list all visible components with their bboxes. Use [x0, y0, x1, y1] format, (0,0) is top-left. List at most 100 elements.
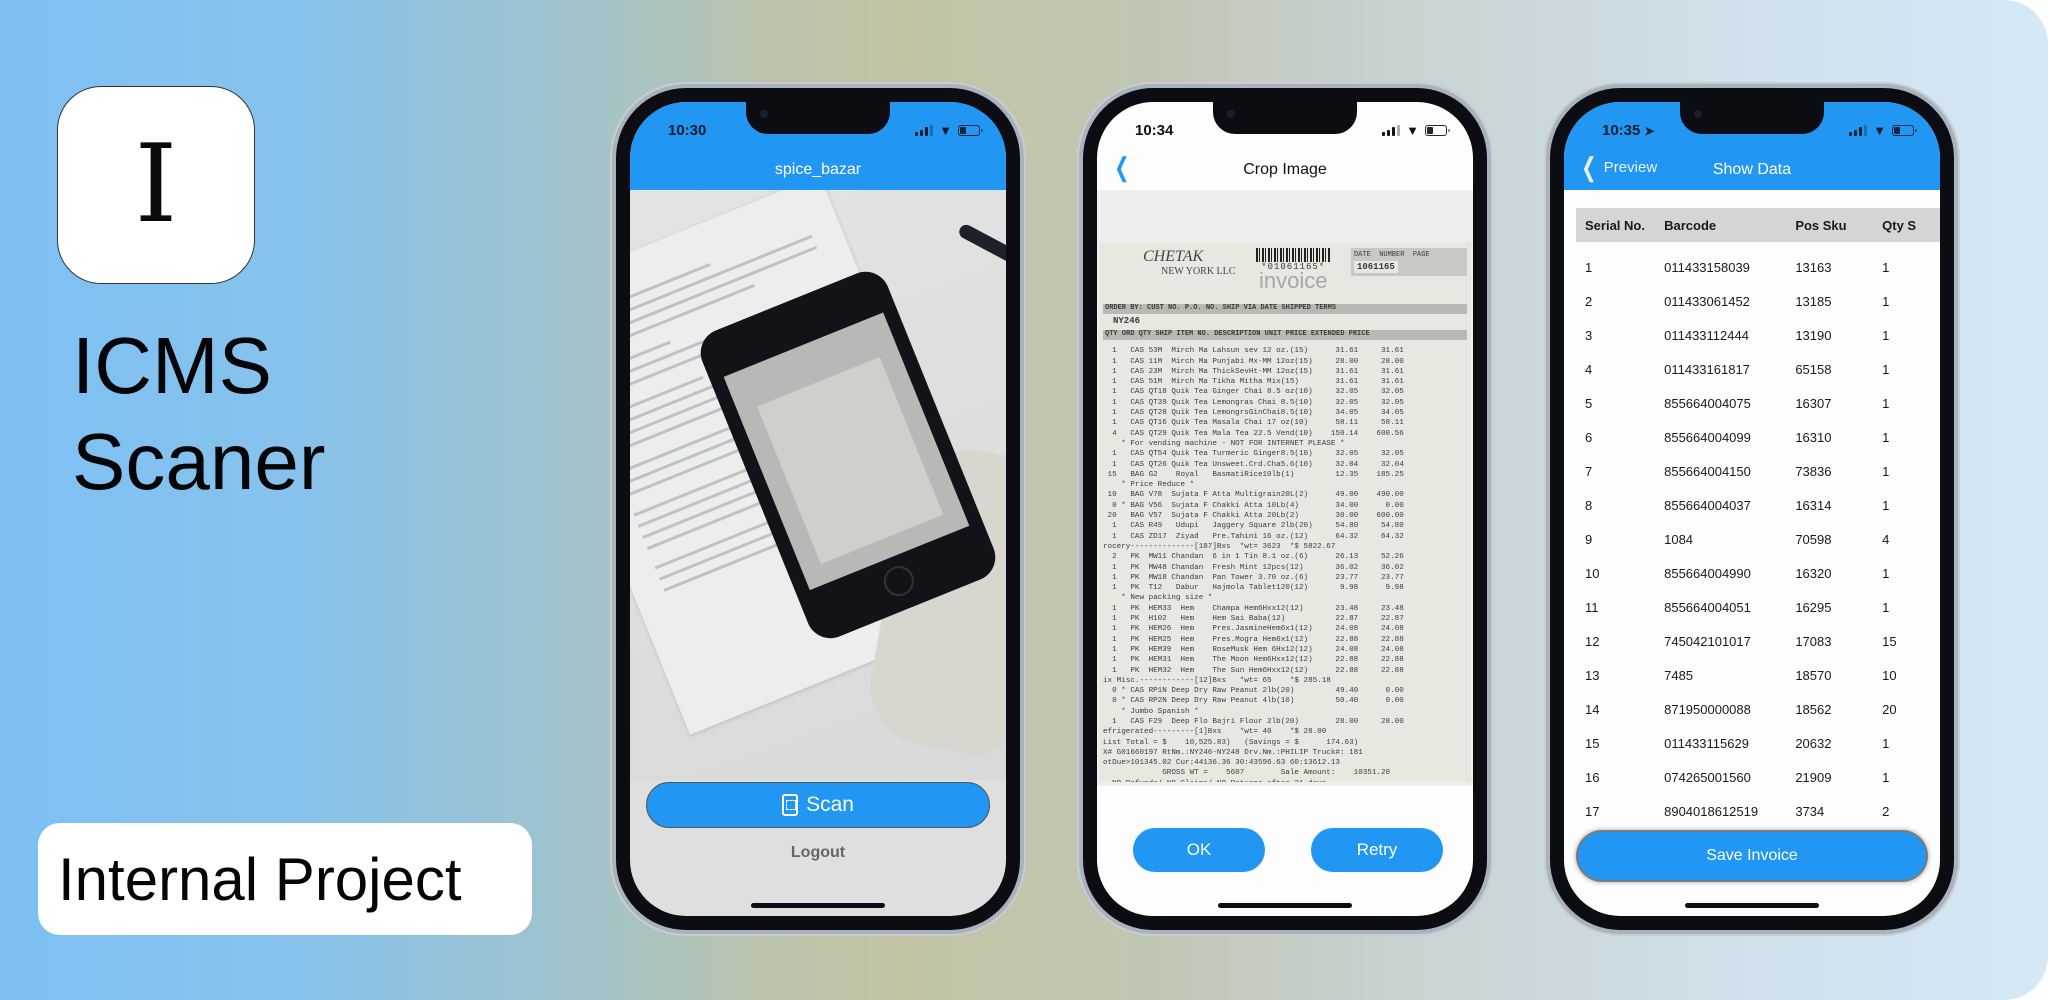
- invoice-line: * Jumbo Spanish *: [1103, 707, 1199, 716]
- cell-barcode: 011433161817: [1664, 361, 1750, 377]
- table-row[interactable]: 15 011433115629 20632 1: [1576, 726, 1940, 760]
- status-time: 10:35: [1602, 121, 1641, 139]
- cell-serial: 10: [1585, 565, 1600, 581]
- table-row[interactable]: 14 871950000088 18562 20: [1576, 692, 1940, 726]
- logout-button[interactable]: Logout: [630, 844, 1006, 862]
- column-header-barcode: Barcode: [1664, 217, 1717, 233]
- cell-barcode: 8904018612519: [1664, 803, 1759, 819]
- table-row[interactable]: 9 1084 70598 4: [1576, 522, 1940, 556]
- invoice-line: ix Misc.------------[12]Bxs *wt= 65 *$ 2…: [1103, 676, 1331, 685]
- table-body: 1 011433158039 13163 1 2 011433061452 13185 1 3 0…: [1576, 250, 1940, 820]
- table-row[interactable]: 3 011433112444 13190 1: [1576, 318, 1940, 352]
- invoice-line: 4 CAS QT29 Quik Tea Mala Tea 22.5 Vend(1…: [1103, 429, 1404, 438]
- invoice-word: invoice: [1258, 268, 1328, 293]
- invoice-line: 1 PK HEM31 Hem The Moon Hem6Hxx12(12) 22…: [1103, 656, 1404, 665]
- cell-serial: 14: [1585, 701, 1600, 717]
- project-badge: Internal Project: [38, 823, 532, 935]
- wifi-icon: ▼: [939, 122, 952, 138]
- scan-button[interactable]: Scan: [646, 782, 990, 828]
- table-row[interactable]: 17 8904018612519 3734 2: [1576, 794, 1940, 820]
- invoice-line: otDue>101345.02 Cur:44136.36 30:43596.63…: [1103, 759, 1340, 768]
- back-button[interactable]: ❮ Preview: [1578, 154, 1657, 180]
- invoice-line: 20 BAG V57 Sujata F Chakki Atta 20Lb(2) …: [1103, 512, 1404, 521]
- invoice-line: 1 CAS QT28 Quik Tea LemongrsGinChai8.5(1…: [1103, 409, 1404, 418]
- cell-serial: 15: [1585, 735, 1600, 751]
- cell-qty: 1: [1882, 735, 1890, 751]
- wifi-icon: ▼: [1873, 122, 1886, 138]
- cell-serial: 7: [1585, 463, 1593, 479]
- back-button[interactable]: ❮: [1111, 154, 1133, 180]
- save-invoice-button[interactable]: Save Invoice: [1578, 832, 1926, 880]
- invoice-line: 1 CAS 53M Mirch Ma Lahsun sev 12 oz.(15)…: [1103, 347, 1404, 356]
- cell-barcode: 855664004099: [1664, 429, 1751, 445]
- table-row[interactable]: 12 745042101017 17083 15: [1576, 624, 1940, 658]
- invoice-column-header: QTY ORD QTY SHIP ITEM NO. DESCRIPTION UN…: [1103, 330, 1467, 341]
- invoice-band-header: ORDER BY: CUST NO. P.O. NO. SHIP VIA DAT…: [1103, 304, 1467, 314]
- table-row[interactable]: 1 011433158039 13163 1: [1576, 250, 1940, 284]
- cell-serial: 5: [1585, 395, 1593, 411]
- ok-button[interactable]: OK: [1133, 828, 1265, 872]
- status-time: 10:34: [1135, 121, 1174, 139]
- invoice-line: rocery--------------[187]Bxs *wt= 3623 *…: [1103, 542, 1336, 551]
- invoice-line: 1 PK MW48 Chandan Fresh Mint 12pcs(12) 3…: [1103, 563, 1404, 572]
- cell-qty: 1: [1882, 327, 1890, 343]
- table-row[interactable]: 11 855664004051 16295 1: [1576, 590, 1940, 624]
- signal-icon: [1849, 124, 1868, 136]
- column-header-pos-sku: Pos Sku: [1795, 217, 1847, 233]
- crop-area[interactable]: CHETAK NEW YORK LLC *01061165* invoice D…: [1097, 190, 1473, 786]
- cell-barcode: 011433158039: [1664, 259, 1750, 275]
- table-row[interactable]: 10 855664004990 16320 1: [1576, 556, 1940, 590]
- cell-qty: 4: [1882, 531, 1890, 547]
- cell-pos-sku: 16320: [1795, 565, 1832, 581]
- cell-pos-sku: 16314: [1795, 497, 1832, 513]
- cell-qty: 1: [1882, 565, 1890, 581]
- cell-serial: 2: [1585, 293, 1593, 309]
- cell-pos-sku: 73836: [1795, 463, 1832, 479]
- cell-serial: 3: [1585, 327, 1593, 343]
- invoice-line: 2 PK MW11 Chandan 6 in 1 Tin 8.1 oz.(6) …: [1103, 553, 1404, 562]
- table-row[interactable]: 16 074265001560 21909 1: [1576, 760, 1940, 794]
- cell-serial: 13: [1585, 667, 1600, 683]
- table-row[interactable]: 13 7485 18570 10: [1576, 658, 1940, 692]
- invoice-lines: 1 CAS 53M Mirch Ma Lahsun sev 12 oz.(15)…: [1103, 346, 1467, 782]
- cell-qty: 1: [1882, 463, 1890, 479]
- invoice-line: 1 CAS QT39 Quik Tea Lemongras Chai 8.5(1…: [1103, 398, 1404, 407]
- table-row[interactable]: 5 855664004075 16307 1: [1576, 386, 1940, 420]
- nav-title: Show Data: [1712, 161, 1792, 178]
- invoice-line: 0 * BAG V56 Sujata F Chakki Atta 10Lb(4)…: [1103, 501, 1404, 510]
- table-row[interactable]: 6 855664004099 16310 1: [1576, 420, 1940, 454]
- cell-pos-sku: 21909: [1795, 769, 1832, 785]
- cell-qty: 1: [1882, 395, 1890, 411]
- cell-barcode: 855664004051: [1664, 599, 1751, 615]
- invoice-barcode: *01061165* invoice: [1256, 248, 1331, 294]
- phone-home-screen: 10:30 ▼ spice_bazar Scan Logout: [616, 88, 1020, 930]
- chevron-left-icon: ❮: [1114, 152, 1130, 182]
- cell-serial: 12: [1585, 633, 1600, 649]
- retry-button[interactable]: Retry: [1311, 828, 1443, 872]
- data-screen: 10:35 ➤ ▼ ❮ Preview Show Data Serial No.…: [1564, 102, 1940, 916]
- invoice-line: efrigerated---------[1]Bxs *wt= 40 *$ 28…: [1103, 728, 1327, 737]
- cell-pos-sku: 18570: [1795, 667, 1832, 683]
- home-screen: 10:30 ▼ spice_bazar Scan Logout: [630, 102, 1006, 916]
- invoice-line: 1 CAS 11M Mirch Ma Punjabi Mx-MM 12oz(15…: [1103, 357, 1404, 366]
- table-row[interactable]: 7 855664004150 73836 1: [1576, 454, 1940, 488]
- cell-qty: 1: [1882, 599, 1890, 615]
- cell-qty: 1: [1882, 429, 1890, 445]
- showcase-canvas: I ICMS Scaner Internal Project 10:30 ▼ s…: [0, 0, 2048, 1000]
- cell-qty: 1: [1882, 497, 1890, 513]
- cell-serial: 1: [1585, 259, 1593, 275]
- invoice-line: List Total = $ 10,525.83) (Savings = $ 1…: [1103, 738, 1359, 747]
- table-row[interactable]: 2 011433061452 13185 1: [1576, 284, 1940, 318]
- cell-pos-sku: 16310: [1795, 429, 1832, 445]
- invoice-line: 1 CAS QT16 Quik Tea Masala Chai 17 oz(10…: [1103, 419, 1404, 428]
- data-table[interactable]: Serial No. Barcode Pos Sku Qty S 1 011433…: [1576, 208, 1940, 820]
- cell-qty: 1: [1882, 769, 1890, 785]
- table-row[interactable]: 4 011433161817 65158 1: [1576, 352, 1940, 386]
- cell-barcode: 011433061452: [1664, 293, 1750, 309]
- invoice-company-logo: CHETAK NEW YORK LLC: [1143, 248, 1236, 277]
- invoice-number-box: DATE NUMBER PAGE 1061165: [1350, 248, 1467, 276]
- pen: [956, 222, 1006, 268]
- cell-pos-sku: 17083: [1795, 633, 1832, 649]
- table-row[interactable]: 8 855664004037 16314 1: [1576, 488, 1940, 522]
- invoice-line: X# G01660197 RtNm.:NY246-NY248 Drv.Nm.:P…: [1103, 748, 1363, 757]
